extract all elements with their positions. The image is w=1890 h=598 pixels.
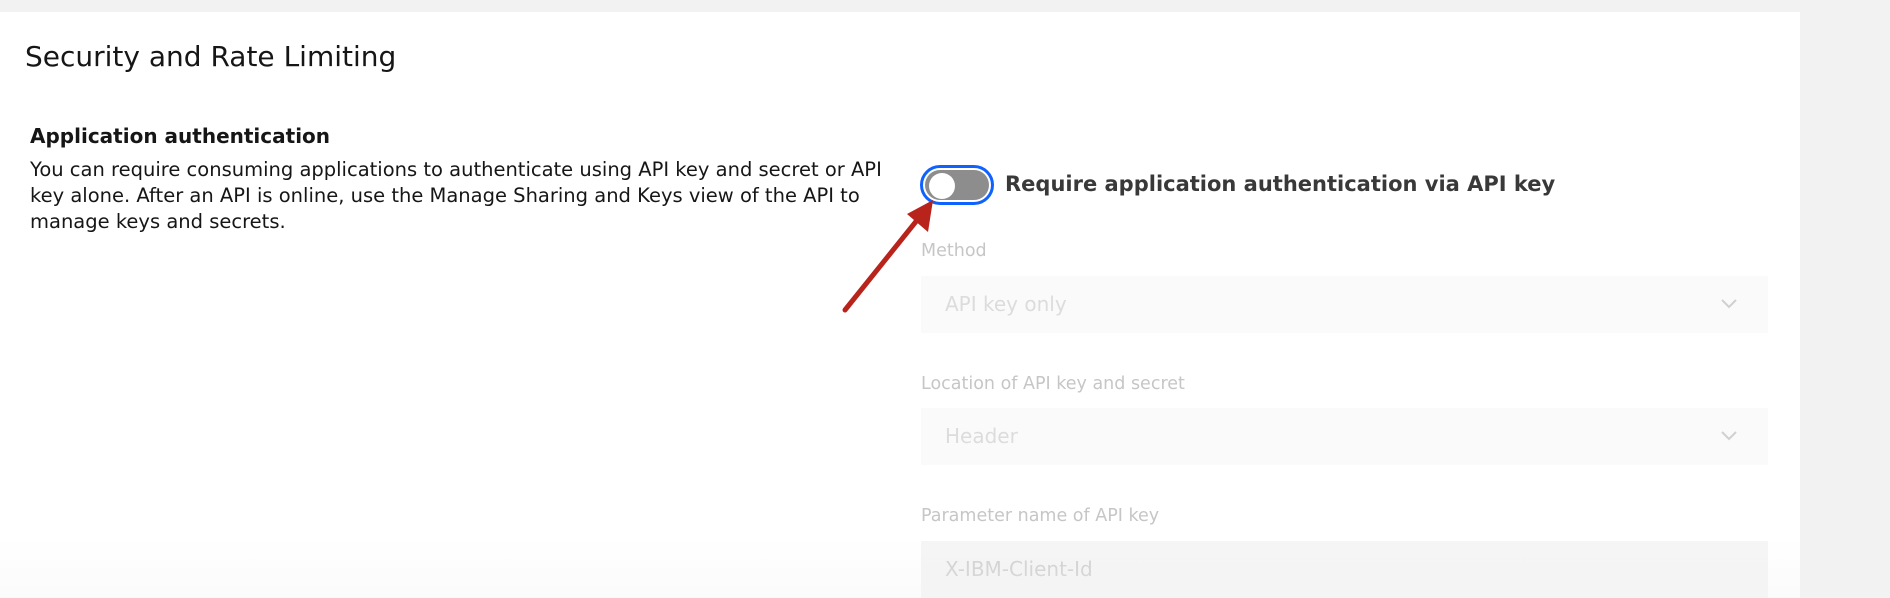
method-value: API key only	[945, 292, 1067, 316]
param-name-label: Parameter name of API key	[921, 506, 1160, 526]
location-label: Location of API key and secret	[921, 374, 1185, 394]
settings-card: Security and Rate Limiting Application a…	[0, 12, 1800, 598]
location-select[interactable]: Header	[921, 408, 1768, 465]
section-heading-app-auth: Application authentication	[30, 124, 331, 148]
section-description: You can require consuming applications t…	[30, 158, 882, 233]
param-name-value: X-IBM-Client-Id	[945, 557, 1093, 581]
require-auth-toggle-label[interactable]: Require application authentication via A…	[1005, 172, 1555, 196]
page-title: Security and Rate Limiting	[25, 40, 397, 73]
location-value: Header	[945, 424, 1018, 448]
method-select[interactable]: API key only	[921, 276, 1768, 333]
param-name-input[interactable]: X-IBM-Client-Id	[921, 541, 1768, 598]
method-label: Method	[921, 241, 987, 261]
chevron-down-icon	[1721, 299, 1737, 309]
chevron-down-icon	[1721, 431, 1737, 441]
